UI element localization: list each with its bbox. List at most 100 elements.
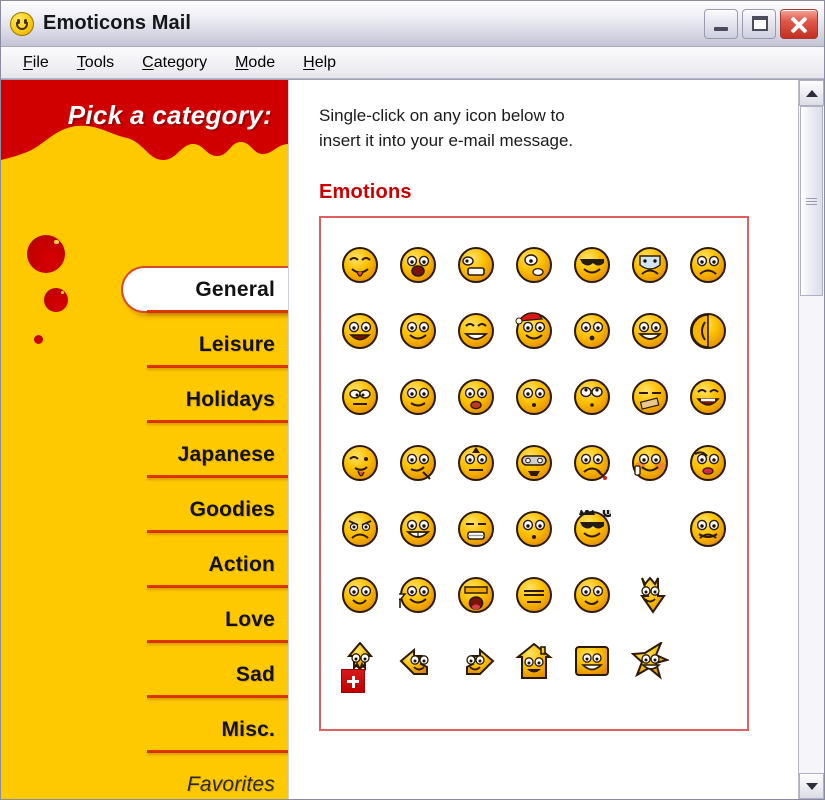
- big-laugh-smiley[interactable]: [679, 364, 737, 430]
- left-arrow-smiley[interactable]: [389, 628, 447, 694]
- square-smiley[interactable]: [563, 628, 621, 694]
- worried-smiley[interactable]: [505, 232, 563, 298]
- yellow-drip-decoration: [1, 125, 288, 200]
- mad-smiley[interactable]: [331, 496, 389, 562]
- sidebar-item-divider: [147, 475, 288, 478]
- sidebar-item-label: Holidays: [185, 387, 275, 411]
- client-area: Pick a category: General Leisure Holiday…: [1, 79, 824, 799]
- angry-side-smiley[interactable]: [447, 232, 505, 298]
- sick-thermometer-smiley[interactable]: [563, 430, 621, 496]
- sidebar-item-divider: [147, 310, 288, 313]
- menu-mode[interactable]: Mode: [225, 51, 285, 75]
- dizzy-smiley[interactable]: [331, 364, 389, 430]
- menu-category[interactable]: Category: [132, 51, 217, 75]
- emoticon-cell-empty: [679, 562, 737, 628]
- cocktail-smiley[interactable]: [389, 562, 447, 628]
- emoticon-panel: [319, 216, 749, 732]
- crying-smiley[interactable]: [621, 232, 679, 298]
- scroll-up-arrow-icon[interactable]: [799, 80, 824, 106]
- window-controls: [704, 8, 818, 39]
- santa-hat-smiley[interactable]: [505, 298, 563, 364]
- sidebar-item-favorites[interactable]: Favorites: [1, 757, 288, 799]
- tongue-out-smiley[interactable]: [331, 232, 389, 298]
- star-smiley[interactable]: [621, 628, 679, 694]
- window-title: Emoticons Mail: [43, 12, 192, 34]
- sidebar-item-label: Goodies: [189, 497, 275, 521]
- sleeping-smiley[interactable]: [505, 562, 563, 628]
- lipstick-smiley[interactable]: [679, 430, 737, 496]
- grinning-smiley[interactable]: [621, 298, 679, 364]
- emoticon-cell-empty: [679, 628, 737, 694]
- cheerful-smiley[interactable]: [331, 562, 389, 628]
- sidebar-item-label: Favorites: [186, 772, 275, 796]
- sidebar-item-leisure[interactable]: Leisure: [1, 317, 288, 372]
- sidebar-item-general[interactable]: General: [1, 262, 288, 317]
- laughing-smiley[interactable]: [447, 298, 505, 364]
- sidebar-item-label: Japanese: [177, 442, 275, 466]
- sidebar-item-love[interactable]: Love: [1, 592, 288, 647]
- section-heading-emotions: Emotions: [319, 181, 412, 204]
- sunglasses-smiley[interactable]: [563, 232, 621, 298]
- category-list: General Leisure Holidays Japanese Goodie…: [1, 262, 288, 799]
- sidebar-item-label: Misc.: [221, 717, 275, 741]
- sidebar-item-japanese[interactable]: Japanese: [1, 427, 288, 482]
- scroll-down-arrow-icon[interactable]: [799, 773, 824, 799]
- sidebar-item-divider: [147, 420, 288, 423]
- menu-tools[interactable]: Tools: [67, 51, 124, 75]
- thinking-smiley[interactable]: [389, 430, 447, 496]
- staring-smiley[interactable]: [505, 364, 563, 430]
- sleepy-smiley[interactable]: [447, 430, 505, 496]
- close-button[interactable]: [780, 8, 818, 39]
- right-arrow-smiley[interactable]: [447, 628, 505, 694]
- scrollbar-track[interactable]: [799, 106, 824, 773]
- half-face-smiley[interactable]: [679, 298, 737, 364]
- house-smiley[interactable]: [505, 628, 563, 694]
- moustache-smiley[interactable]: [679, 496, 737, 562]
- goggles-smiley[interactable]: [505, 430, 563, 496]
- vertical-scrollbar[interactable]: [798, 80, 824, 799]
- sidebar-item-goodies[interactable]: Goodies: [1, 482, 288, 537]
- sidebar-item-label: General: [195, 277, 275, 301]
- content-smiley[interactable]: [389, 364, 447, 430]
- blushing-phone-smiley[interactable]: [621, 430, 679, 496]
- sidebar-item-sad[interactable]: Sad: [1, 647, 288, 702]
- sidebar-item-divider: [147, 640, 288, 643]
- title-bar: Emoticons Mail: [1, 1, 824, 47]
- add-emoticon-button[interactable]: [341, 669, 365, 694]
- braces-smiley[interactable]: [447, 496, 505, 562]
- toothy-grin-smiley[interactable]: [389, 496, 447, 562]
- sidebar-item-misc[interactable]: Misc.: [1, 702, 288, 757]
- winking-tongue-smiley[interactable]: [331, 430, 389, 496]
- taped-mouth-smiley[interactable]: [621, 364, 679, 430]
- sidebar-item-divider: [147, 530, 288, 533]
- sidebar-item-holidays[interactable]: Holidays: [1, 372, 288, 427]
- yelling-smiley[interactable]: [447, 562, 505, 628]
- minimize-button[interactable]: [704, 8, 738, 39]
- sidebar-item-label: Sad: [235, 662, 275, 686]
- happy-open-mouth-smiley[interactable]: [331, 298, 389, 364]
- surprised-smiley[interactable]: [563, 298, 621, 364]
- sidebar-item-divider: [147, 585, 288, 588]
- scared-smiley[interactable]: [447, 364, 505, 430]
- sidebar-item-action[interactable]: Action: [1, 537, 288, 592]
- frowning-smiley[interactable]: [679, 232, 737, 298]
- menu-bar: File Tools Category Mode Help: [1, 47, 824, 79]
- smiling-smiley[interactable]: [389, 298, 447, 364]
- shocked-smiley[interactable]: [389, 232, 447, 298]
- innocent-smiley[interactable]: [505, 496, 563, 562]
- content-pane: Single-click on any icon below to insert…: [289, 80, 798, 799]
- down-arrow-smiley[interactable]: [621, 562, 679, 628]
- sidebar-item-label: Action: [208, 552, 275, 576]
- looking-up-smiley[interactable]: [563, 364, 621, 430]
- sidebar-item-divider: [147, 365, 288, 368]
- rockstar-smiley[interactable]: [563, 496, 621, 562]
- scroll-thumb[interactable]: [800, 106, 823, 296]
- emoticon-cell-empty: [621, 496, 679, 562]
- sidebar-item-label: Leisure: [198, 332, 275, 356]
- talking-smiley[interactable]: [563, 562, 621, 628]
- menu-help[interactable]: Help: [293, 51, 346, 75]
- maximize-button[interactable]: [742, 8, 776, 39]
- sidebar-item-label: Love: [225, 607, 275, 631]
- menu-file[interactable]: File: [13, 51, 59, 75]
- instructions-text: Single-click on any icon below to insert…: [319, 106, 574, 150]
